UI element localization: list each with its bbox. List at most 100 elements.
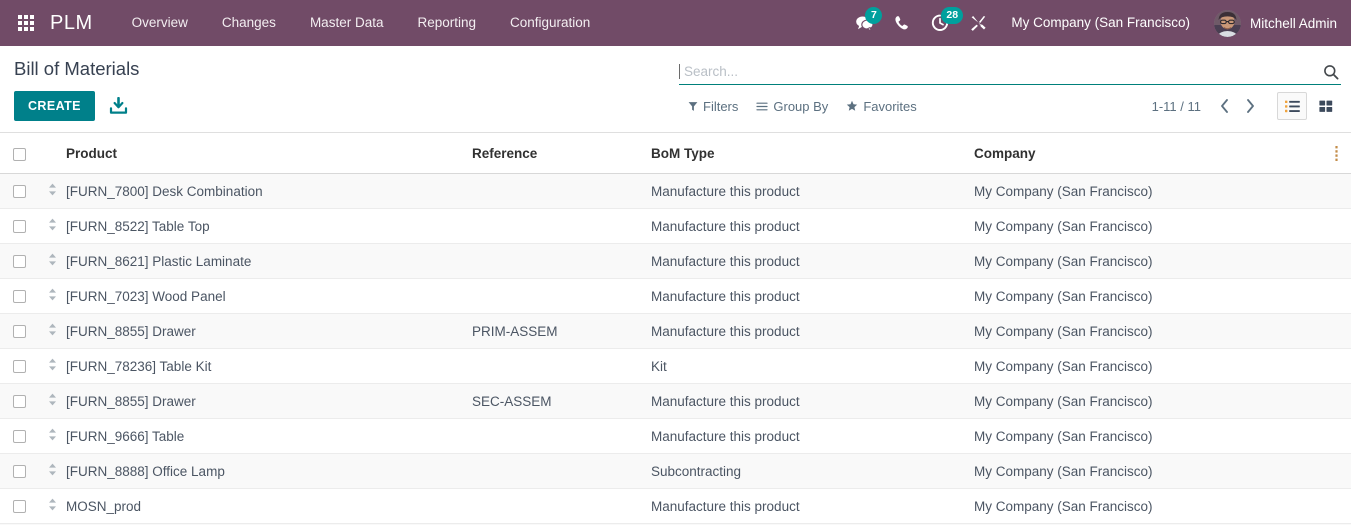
pager-previous-button[interactable] — [1211, 93, 1237, 119]
cell-company: My Company (San Francisco) — [974, 488, 1334, 524]
cell-company: My Company (San Francisco) — [974, 418, 1334, 454]
cell-bom-type: Manufacture this product — [651, 313, 974, 349]
row-drag-handle[interactable] — [48, 393, 57, 406]
table-row[interactable]: [FURN_8855] Drawer PRIM-ASSEM Manufacture … — [0, 313, 1351, 349]
row-checkbox[interactable] — [13, 430, 26, 444]
table-row[interactable]: [FURN_8888] Office Lamp Subcontracting My … — [0, 453, 1351, 489]
developer-tools-icon — [971, 15, 986, 31]
cell-optional — [1334, 418, 1351, 454]
sort-handle-icon — [48, 183, 56, 196]
cell-bom-type: Manufacture this product — [651, 278, 974, 314]
row-checkbox[interactable] — [13, 325, 26, 339]
voip-menu-toggle[interactable] — [883, 0, 921, 46]
cell-product: [FURN_78236] Table Kit — [66, 348, 472, 384]
sort-handle-icon — [48, 463, 56, 476]
user-avatar — [1213, 9, 1241, 37]
cell-optional — [1334, 488, 1351, 524]
table-body: [FURN_7800] Desk Combination Manufacture … — [0, 173, 1351, 525]
pager: 1-11 / 11 — [1152, 92, 1341, 120]
cell-company: My Company (San Francisco) — [974, 453, 1334, 489]
table-row[interactable]: [FURN_8522] Table Top Manufacture this pr… — [0, 208, 1351, 244]
row-drag-handle[interactable] — [48, 253, 57, 266]
filters-dropdown-toggle[interactable]: Filters — [679, 94, 747, 119]
search-input[interactable] — [680, 59, 1323, 84]
apps-menu-toggle[interactable] — [10, 0, 42, 46]
row-drag-handle[interactable] — [48, 218, 57, 231]
cell-product: [FURN_9666] Table — [66, 418, 472, 454]
row-checkbox[interactable] — [13, 290, 26, 304]
row-drag-handle[interactable] — [48, 358, 57, 371]
cell-reference — [472, 208, 651, 244]
row-handle-cell — [38, 453, 66, 489]
create-button[interactable]: CREATE — [14, 91, 95, 121]
menu-item-configuration[interactable]: Configuration — [493, 0, 607, 46]
top-navbar: PLM Overview Changes Master Data Reporti… — [0, 0, 1351, 46]
cell-product: [FURN_8855] Drawer — [66, 383, 472, 419]
menu-item-overview[interactable]: Overview — [115, 0, 205, 46]
row-drag-handle[interactable] — [48, 323, 57, 336]
group-by-label: Group By — [773, 98, 829, 114]
column-header-product[interactable]: Product — [66, 133, 472, 174]
table-row[interactable]: [FURN_8621] Plastic Laminate Manufacture … — [0, 243, 1351, 279]
table-row[interactable]: [FURN_78236] Table Kit Kit My Company (San… — [0, 348, 1351, 384]
table-row[interactable]: [FURN_7023] Wood Panel Manufacture this p… — [0, 278, 1351, 314]
cell-bom-type: Kit — [651, 348, 974, 384]
messages-menu-toggle[interactable]: 7 — [845, 0, 883, 46]
menu-item-reporting[interactable]: Reporting — [400, 0, 493, 46]
row-drag-handle[interactable] — [48, 183, 57, 196]
activities-menu-toggle[interactable]: 28 — [921, 0, 964, 46]
cell-company: My Company (San Francisco) — [974, 278, 1334, 314]
favorites-dropdown-toggle[interactable]: Favorites — [837, 94, 925, 119]
optional-columns-toggle-icon[interactable] — [1334, 145, 1351, 162]
group-by-dropdown-toggle[interactable]: Group By — [747, 94, 837, 119]
pager-range[interactable]: 1-11 / 11 — [1152, 99, 1201, 114]
chevron-right-icon — [1246, 99, 1254, 113]
row-checkbox[interactable] — [13, 360, 26, 374]
column-header-company[interactable]: Company — [974, 133, 1334, 174]
column-header-reference[interactable]: Reference — [472, 133, 651, 174]
row-checkbox[interactable] — [13, 185, 26, 199]
user-menu-toggle[interactable]: Mitchell Admin — [1204, 0, 1343, 46]
table-row[interactable]: [FURN_8855] Drawer SEC-ASSEM Manufacture t… — [0, 383, 1351, 419]
company-switcher[interactable]: My Company (San Francisco) — [997, 0, 1204, 46]
row-select-cell — [0, 243, 38, 279]
row-drag-handle[interactable] — [48, 288, 57, 301]
phone-icon — [895, 15, 909, 29]
table-row[interactable]: [FURN_9666] Table Manufacture this produc… — [0, 418, 1351, 454]
column-header-bom-type[interactable]: BoM Type — [651, 133, 974, 174]
menu-item-changes[interactable]: Changes — [205, 0, 293, 46]
kanban-view-button[interactable] — [1311, 92, 1341, 120]
cell-product: [FURN_8855] Drawer — [66, 313, 472, 349]
cell-optional — [1334, 243, 1351, 279]
row-checkbox[interactable] — [13, 255, 26, 269]
row-checkbox[interactable] — [13, 395, 26, 409]
sort-handle-icon — [48, 428, 56, 441]
developer-tools-menu-toggle[interactable] — [959, 0, 997, 46]
cell-product: [FURN_8522] Table Top — [66, 208, 472, 244]
row-drag-handle[interactable] — [48, 498, 57, 511]
select-all-header — [0, 133, 38, 174]
cell-product: [FURN_8888] Office Lamp — [66, 453, 472, 489]
cell-reference — [472, 278, 651, 314]
select-all-checkbox[interactable] — [13, 147, 26, 161]
row-checkbox[interactable] — [13, 465, 26, 479]
import-records-button[interactable] — [109, 96, 128, 116]
search-button[interactable] — [1323, 64, 1341, 80]
row-drag-handle[interactable] — [48, 428, 57, 441]
row-select-cell — [0, 208, 38, 244]
table-row[interactable]: MOSN_prod Manufacture this product My Comp… — [0, 488, 1351, 524]
menu-item-master-data[interactable]: Master Data — [293, 0, 401, 46]
app-brand-plm[interactable]: PLM — [50, 0, 93, 46]
pager-next-button[interactable] — [1237, 93, 1263, 119]
search-dropdown-toggles: Filters Group By Favorites — [679, 94, 926, 119]
cell-optional — [1334, 173, 1351, 209]
table-row[interactable]: [FURN_7800] Desk Combination Manufacture … — [0, 173, 1351, 209]
cell-optional — [1334, 313, 1351, 349]
row-checkbox[interactable] — [13, 220, 26, 234]
search-bar[interactable] — [679, 59, 1341, 85]
row-select-cell — [0, 453, 38, 489]
list-view-button[interactable] — [1277, 92, 1307, 120]
cell-company: My Company (San Francisco) — [974, 313, 1334, 349]
row-checkbox[interactable] — [13, 500, 26, 514]
row-drag-handle[interactable] — [48, 463, 57, 476]
